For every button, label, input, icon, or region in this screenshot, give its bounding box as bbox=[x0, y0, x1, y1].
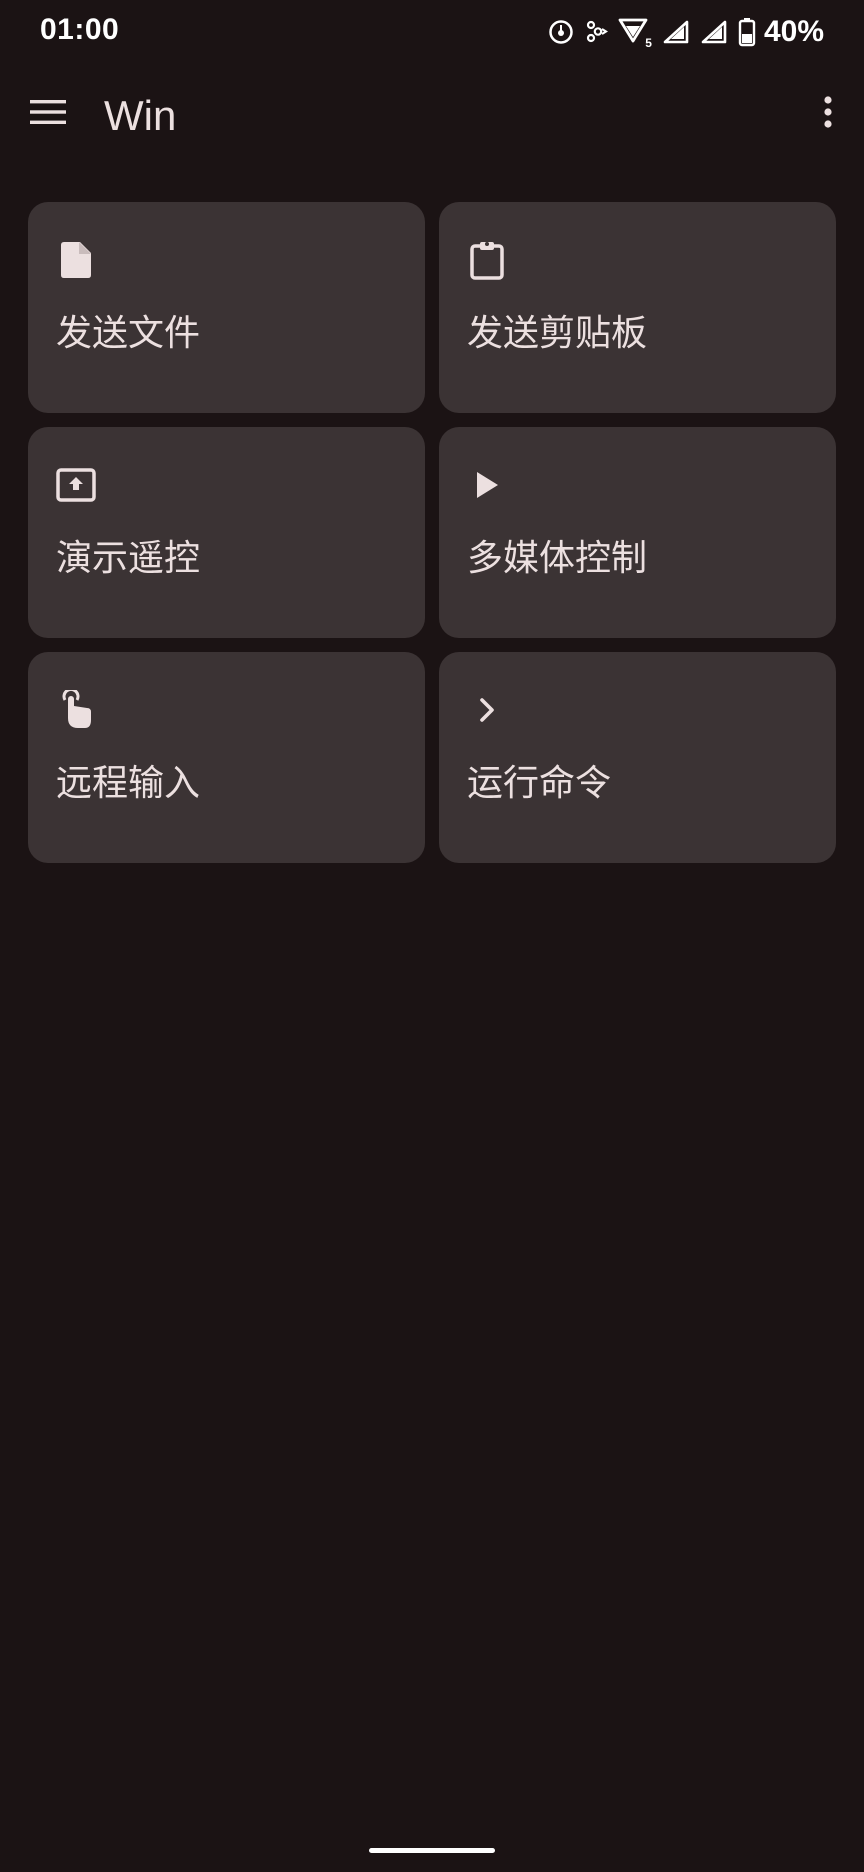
media-control-tile[interactable]: 多媒体控制 bbox=[439, 427, 836, 638]
timer-icon bbox=[548, 19, 574, 45]
run-command-tile[interactable]: 运行命令 bbox=[439, 652, 836, 863]
tile-label: 远程输入 bbox=[56, 763, 201, 804]
hamburger-menu-icon bbox=[30, 99, 66, 129]
pawprint-icon bbox=[584, 19, 608, 45]
tile-label: 多媒体控制 bbox=[467, 538, 648, 579]
presentation-icon bbox=[56, 465, 96, 505]
more-options-button[interactable] bbox=[804, 86, 852, 142]
wifi-icon: 5 bbox=[618, 16, 652, 50]
gesture-nav-handle[interactable] bbox=[369, 1848, 495, 1853]
presentation-remote-tile[interactable]: 演示遥控 bbox=[28, 427, 425, 638]
tile-label: 发送文件 bbox=[56, 313, 201, 354]
app-bar: Win bbox=[0, 66, 864, 170]
chevron-right-icon bbox=[467, 690, 507, 730]
status-time: 01:00 bbox=[40, 13, 120, 46]
touch-icon bbox=[56, 690, 96, 730]
play-icon bbox=[467, 465, 507, 505]
wifi-badge: 5 bbox=[645, 36, 652, 50]
signal-icon bbox=[700, 19, 728, 45]
action-grid: 发送文件 发送剪贴板 演示遥控 多媒体控制 远程输入 运行命令 bbox=[28, 202, 836, 863]
battery-icon bbox=[738, 17, 756, 47]
remote-input-tile[interactable]: 远程输入 bbox=[28, 652, 425, 863]
more-vert-icon bbox=[823, 96, 833, 132]
send-clipboard-tile[interactable]: 发送剪贴板 bbox=[439, 202, 836, 413]
tile-label: 运行命令 bbox=[467, 763, 612, 804]
menu-button[interactable] bbox=[20, 86, 76, 142]
tile-label: 演示遥控 bbox=[56, 538, 201, 579]
tile-label: 发送剪贴板 bbox=[467, 313, 648, 354]
clipboard-icon bbox=[467, 240, 507, 280]
signal-icon bbox=[662, 19, 690, 45]
file-icon bbox=[56, 240, 96, 280]
status-icons: 5 40% bbox=[548, 14, 824, 50]
send-file-tile[interactable]: 发送文件 bbox=[28, 202, 425, 413]
status-bar: 01:00 5 40% bbox=[0, 0, 864, 66]
battery-percent: 40% bbox=[763, 15, 824, 48]
page-title: Win bbox=[104, 92, 177, 139]
